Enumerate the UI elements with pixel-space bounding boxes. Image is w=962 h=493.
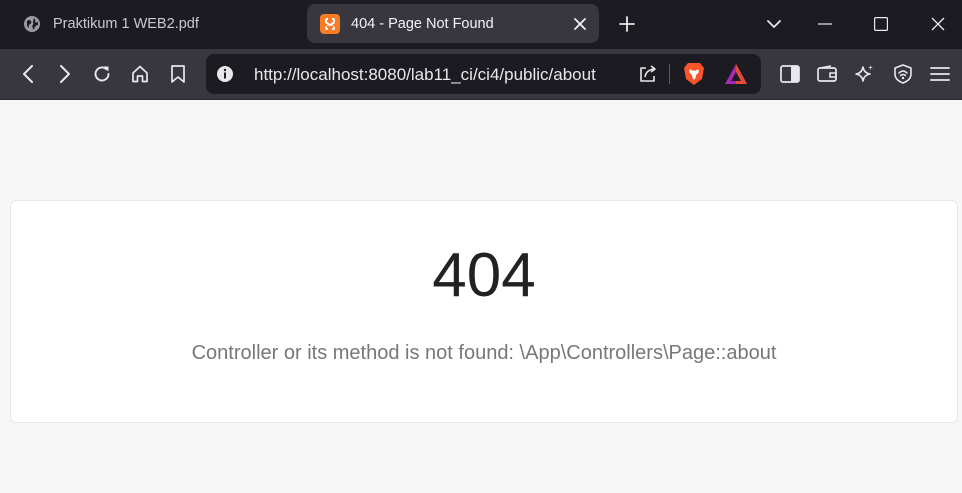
menu-hamburger-icon[interactable] — [928, 62, 952, 86]
tab-list-chevron-icon[interactable] — [763, 13, 785, 35]
bookmark-icon[interactable] — [166, 62, 190, 86]
brave-shields-icon[interactable] — [683, 62, 705, 86]
tab-strip: Praktikum 1 WEB2.pdf 404 - Page Not Foun… — [0, 0, 962, 49]
wallet-icon[interactable] — [815, 62, 839, 86]
leo-ai-sparkle-icon[interactable] — [853, 62, 877, 86]
maximize-icon[interactable] — [870, 13, 892, 35]
share-icon[interactable] — [637, 63, 659, 85]
home-icon[interactable] — [128, 62, 152, 86]
url-text[interactable]: http://localhost:8080/lab11_ci/ci4/publi… — [254, 65, 626, 85]
minimize-icon[interactable] — [814, 13, 836, 35]
close-tab-icon[interactable] — [570, 14, 589, 33]
page-content: 404 Controller or its method is not foun… — [0, 100, 962, 493]
error-code: 404 — [432, 241, 536, 310]
back-icon[interactable] — [16, 62, 40, 86]
forward-icon[interactable] — [53, 62, 77, 86]
address-bar[interactable]: http://localhost:8080/lab11_ci/ci4/publi… — [206, 54, 761, 94]
tab-title: Praktikum 1 WEB2.pdf — [53, 15, 199, 32]
browser-toolbar: http://localhost:8080/lab11_ci/ci4/publi… — [0, 49, 962, 100]
error-card: 404 Controller or its method is not foun… — [10, 200, 958, 423]
new-tab-icon[interactable] — [616, 13, 638, 35]
address-bar-separator — [669, 64, 670, 84]
xampp-favicon-icon — [320, 13, 340, 34]
tab-title: 404 - Page Not Found — [351, 15, 494, 32]
error-message: Controller or its method is not found: \… — [191, 342, 777, 364]
reload-icon[interactable] — [90, 62, 114, 86]
tab-404-page[interactable]: 404 - Page Not Found — [307, 4, 599, 43]
vpn-shield-icon[interactable] — [891, 62, 915, 86]
close-window-icon[interactable] — [927, 13, 949, 35]
globe-icon — [22, 14, 42, 34]
brave-rewards-icon[interactable] — [724, 63, 748, 85]
site-info-icon[interactable] — [216, 65, 234, 83]
tab-praktikum-pdf[interactable]: Praktikum 1 WEB2.pdf — [8, 4, 298, 43]
sidebar-toggle-icon[interactable] — [778, 62, 802, 86]
